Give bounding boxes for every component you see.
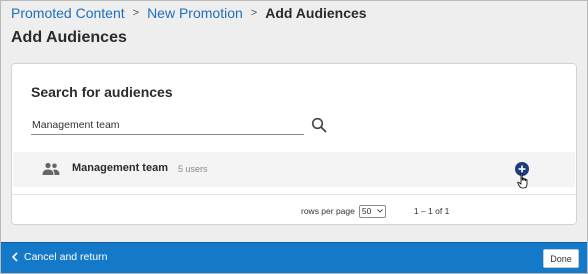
pagination-range: 1 – 1 of 1 bbox=[413, 206, 450, 216]
audience-row: Management team 5 users bbox=[13, 152, 575, 189]
breadcrumb-separator: > bbox=[250, 7, 258, 19]
footer-bar: Cancel and return Done bbox=[1, 242, 587, 273]
page-title: Add Audiences bbox=[11, 29, 127, 46]
rows-per-page-select[interactable]: 50 bbox=[358, 204, 386, 218]
search-card: Search for audiences Management team 5 u… bbox=[11, 63, 577, 225]
search-input[interactable] bbox=[31, 115, 304, 135]
chevron-left-icon bbox=[11, 252, 18, 262]
group-icon bbox=[42, 162, 60, 175]
breadcrumb-new-promotion[interactable]: New Promotion bbox=[147, 5, 243, 21]
plus-icon bbox=[518, 165, 526, 173]
card-divider bbox=[12, 194, 576, 195]
done-button[interactable]: Done bbox=[543, 249, 579, 268]
search-button[interactable] bbox=[308, 115, 330, 135]
audience-name: Management team bbox=[72, 162, 168, 174]
search-heading: Search for audiences bbox=[31, 84, 173, 100]
search-icon bbox=[311, 117, 327, 133]
breadcrumb-current: Add Audiences bbox=[265, 5, 367, 21]
rows-per-page-label: rows per page bbox=[301, 206, 355, 216]
cancel-label: Cancel and return bbox=[24, 251, 108, 263]
rows-per-page-value: 50 bbox=[361, 206, 372, 216]
breadcrumb: Promoted Content > New Promotion > Add A… bbox=[11, 3, 367, 23]
hand-cursor-icon bbox=[517, 173, 528, 189]
breadcrumb-promoted-content[interactable]: Promoted Content bbox=[11, 5, 125, 21]
breadcrumb-separator: > bbox=[132, 7, 140, 19]
cancel-and-return-button[interactable]: Cancel and return bbox=[11, 251, 107, 263]
pagination: rows per page 50 1 – 1 of 1 bbox=[301, 204, 449, 218]
audience-user-count: 5 users bbox=[178, 164, 208, 174]
chevron-down-icon bbox=[377, 209, 383, 213]
